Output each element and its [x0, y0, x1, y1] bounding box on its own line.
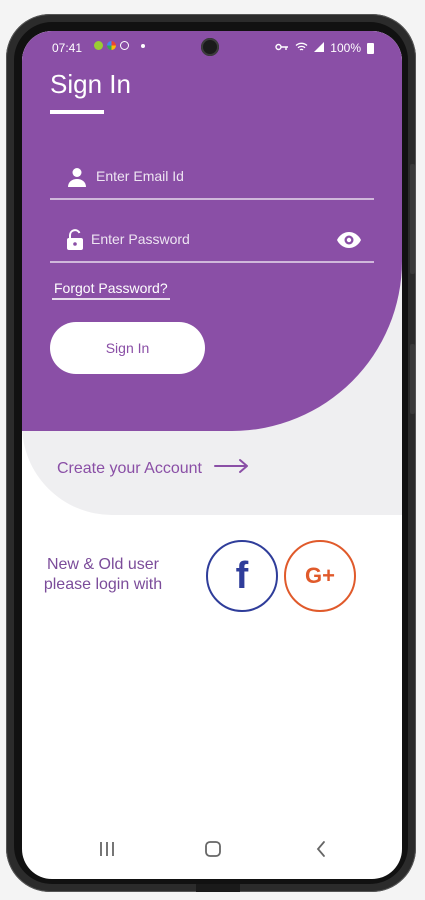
create-account-label: Create your Account: [57, 459, 202, 477]
create-account-link[interactable]: Create your Account: [57, 458, 250, 479]
key-icon: [275, 41, 289, 55]
volume-button: [410, 164, 415, 274]
title-underline: [50, 110, 104, 114]
email-placeholder: Enter Email Id: [96, 168, 184, 184]
eye-icon[interactable]: [336, 229, 362, 251]
more-dot-icon: [141, 43, 145, 48]
signal-icon: [314, 41, 325, 55]
prompt-line-2: please login with: [43, 576, 163, 593]
front-camera: [201, 38, 219, 56]
charging-port: [196, 884, 240, 892]
google-plus-icon: G+: [305, 563, 335, 588]
sign-in-button[interactable]: Sign In: [50, 322, 205, 374]
app-screen: 07:41 100% Sign In Enter Email Id Enter …: [22, 31, 402, 879]
email-field[interactable]: Enter Email Id: [50, 158, 374, 200]
social-login-prompt: New & Old user please login with: [38, 555, 168, 595]
lock-icon: [66, 229, 88, 251]
status-time: 07:41: [52, 41, 83, 55]
arrow-right-icon: [213, 458, 250, 479]
recents-icon[interactable]: [92, 837, 122, 861]
system-navigation-bar: [22, 829, 402, 869]
power-button: [410, 344, 415, 414]
page-title: Sign In: [50, 69, 131, 99]
facebook-icon: f: [235, 554, 249, 597]
battery-icon: [367, 42, 374, 54]
user-icon: [66, 166, 88, 188]
battery-percent: 100%: [330, 41, 361, 55]
status-bar: 07:41 100%: [22, 31, 402, 63]
app-notification-icon: [94, 41, 103, 50]
facebook-login-button[interactable]: f: [206, 540, 278, 612]
google-plus-login-button[interactable]: G+: [284, 540, 356, 612]
prompt-line-1: New & Old user: [46, 556, 160, 573]
home-icon[interactable]: [198, 837, 228, 861]
wifi-icon: [295, 41, 308, 55]
password-field[interactable]: Enter Password: [50, 221, 374, 263]
chrome-icon: [107, 41, 116, 50]
back-icon[interactable]: [306, 837, 336, 861]
notification-icons: [94, 41, 145, 50]
settings-icon: [120, 41, 129, 50]
password-placeholder: Enter Password: [91, 231, 190, 247]
forgot-password-link[interactable]: Forgot Password?: [52, 280, 170, 300]
status-right: 100%: [275, 41, 374, 55]
